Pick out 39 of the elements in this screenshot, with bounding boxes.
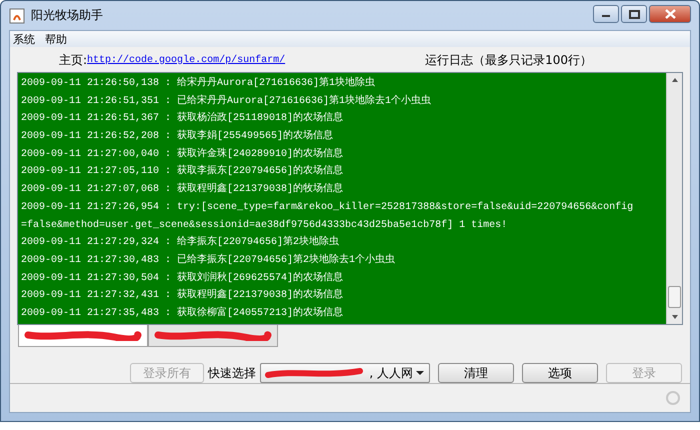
homepage-label: 主页: [59,52,88,68]
dropdown-caret-icon [415,370,425,376]
log-line: =false&method=user.get_scene&sessionid=ae38df9756d4333bc43d25ba5e1cb78f] 1 times! [21,218,508,232]
log-line: 2009-09-11 21:27:32,431 : 获取程明鑫[221379038]的农场信息 [21,288,344,304]
log-line: 2009-09-11 21:26:51,367 : 获取杨治政[251189018]的农场信息 [21,110,344,126]
scrollbar-thumb[interactable] [668,286,681,308]
log-line: 2009-09-11 21:26:52,208 : 获取李娟[255499565]的农场信息 [21,128,334,144]
account-tab[interactable] [18,325,148,347]
dropdown-value: , 人人网 [369,364,413,382]
homepage-link[interactable]: http://code.google.com/p/sunfarm/ [87,54,286,66]
log-line: 2009-09-11 21:27:30,483 : 已给李振东[220794656]第2块地除去1个小虫虫 [21,252,396,268]
log-line: 2009-09-11 21:27:07,068 : 获取程明鑫[221379038]的牧场信息 [21,182,344,198]
close-icon [664,9,676,19]
log-line: 2009-09-11 21:27:35,483 : 获取徐柳富[240557213]的农场信息 [21,306,344,321]
scroll-up-icon [670,77,678,83]
quick-select-label: 快速选择 [208,364,256,382]
maximize-icon [628,10,640,18]
button[interactable]: 清理 [438,363,514,383]
menu-item[interactable]: 系统 [13,32,35,46]
app-icon [9,8,25,24]
window-title: 阳光牧场助手 [31,7,104,24]
menu-item[interactable]: 帮助 [45,32,67,46]
log-line: 2009-09-11 21:27:29,324 : 给李振东[220794656]第2块地除虫 [21,234,340,250]
quick-select-dropdown[interactable]: , 人人网 [260,363,430,383]
button[interactable]: 选项 [522,363,598,383]
busy-indicator-icon [666,391,680,405]
log-line: 2009-09-11 21:27:30,504 : 获取刘润秋[269625574]的农场信息 [21,270,344,286]
log-line: 2009-09-11 21:26:51,351 : 已给宋丹丹Aurora[271616636]第1块地除去1个小虫虫 [21,94,432,109]
log-line: 2009-09-11 21:26:50,138 : 给宋丹丹Aurora[271616636]第1块地除虫 [21,76,376,91]
log-line: 2009-09-11 21:27:26,954 : try:[scene_type=farm&rekoo_killer=252817388&store=false&uid=220794656&config [21,200,634,215]
maximize-button[interactable] [621,5,647,23]
scrollbar[interactable] [666,73,682,324]
log-line: 2009-09-11 21:27:00,040 : 获取许金珠[240289910]的农场信息 [21,146,344,162]
log-line: 2009-09-11 21:27:05,110 : 获取李振东[220794656]的农场信息 [21,164,344,180]
scroll-down-icon [670,314,678,320]
account-tab[interactable] [148,325,278,347]
close-button[interactable] [649,5,691,23]
log-title: 运行日志（最多只记录100行） [425,52,592,68]
minimize-button[interactable] [593,5,619,23]
